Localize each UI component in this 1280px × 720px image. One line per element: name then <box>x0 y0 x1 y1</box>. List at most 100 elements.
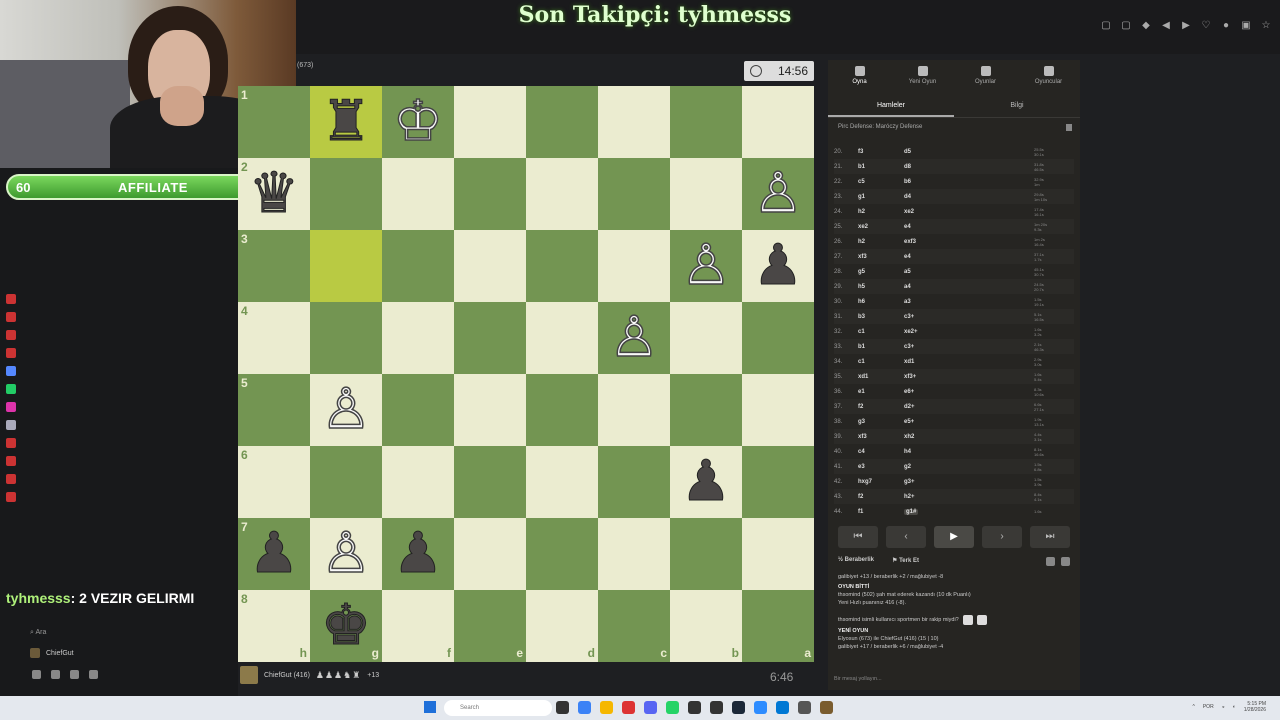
board-square-c3[interactable] <box>598 230 670 302</box>
steam-icon[interactable] <box>732 701 745 714</box>
white-pawn[interactable]: ♙ <box>310 374 382 446</box>
left-search[interactable]: ⌕ Ara <box>30 629 46 637</box>
tab-moves[interactable]: Hamleler <box>828 96 954 117</box>
board-square-c4[interactable]: ♙ <box>598 302 670 374</box>
white-move[interactable]: f2 <box>858 494 904 500</box>
board-square-a6[interactable] <box>742 446 814 518</box>
white-pawn[interactable]: ♙ <box>670 230 742 302</box>
white-move[interactable]: h5 <box>858 284 904 290</box>
board-square-c7[interactable] <box>598 518 670 590</box>
shield-icon[interactable]: ◆ <box>1140 20 1152 31</box>
app-icon[interactable] <box>578 701 591 714</box>
board-square-g8[interactable]: g ♚ <box>310 590 382 662</box>
discord-icon[interactable] <box>6 420 16 430</box>
board-square-d5[interactable] <box>526 374 598 446</box>
app-icon[interactable] <box>556 701 569 714</box>
chat-input[interactable]: Bir mesaj yollayın... <box>834 672 1074 686</box>
black-move[interactable]: h2+ <box>904 494 915 500</box>
white-move[interactable]: g3 <box>858 419 904 425</box>
draw-button[interactable]: ½ Beraberlik <box>838 557 874 564</box>
black-move[interactable]: xd1 <box>904 359 914 365</box>
board-square-h6[interactable]: 6 <box>238 446 310 518</box>
black-move[interactable]: d4 <box>904 194 911 200</box>
white-move[interactable]: xf3 <box>858 254 904 260</box>
board-square-d2[interactable] <box>526 158 598 230</box>
sidebar-icon-6[interactable] <box>6 456 16 466</box>
chess-board[interactable]: 1 ♜ ♔ 2 ♛ ♙ 3 ♙ ♟ 4 ♙ 5 ♙ 6 ♟ 7 ♟ ♙ ♟ 8 h g ♚ f e d c b a <box>238 86 814 662</box>
windows-start-icon[interactable] <box>424 701 436 713</box>
whatsapp-icon[interactable] <box>6 384 16 394</box>
board-square-f2[interactable] <box>382 158 454 230</box>
black-move[interactable]: g2 <box>904 464 911 470</box>
play-moves-button[interactable]: ▶ <box>934 526 974 548</box>
white-pawn[interactable]: ♙ <box>598 302 670 374</box>
board-square-b8[interactable]: b <box>670 590 742 662</box>
white-move[interactable]: c1 <box>858 329 904 335</box>
white-move[interactable]: c5 <box>858 179 904 185</box>
board-square-e2[interactable] <box>454 158 526 230</box>
board-square-e5[interactable] <box>454 374 526 446</box>
board-square-g2[interactable] <box>310 158 382 230</box>
tab-players[interactable]: Oyuncular <box>1017 60 1080 94</box>
sidebar-icon-3[interactable] <box>6 330 16 340</box>
board-square-e3[interactable] <box>454 230 526 302</box>
white-move[interactable]: hxg7 <box>858 479 904 485</box>
app-icon[interactable] <box>622 701 635 714</box>
white-move[interactable]: b1 <box>858 164 904 170</box>
board-square-b2[interactable] <box>670 158 742 230</box>
copy-icon[interactable]: ▢ <box>1120 20 1132 31</box>
sidebar-icon-4[interactable] <box>6 348 16 358</box>
tab-new-game[interactable]: Yeni Oyun <box>891 60 954 94</box>
heart-icon[interactable]: ♡ <box>1200 20 1212 31</box>
board-square-h4[interactable]: 4 <box>238 302 310 374</box>
play-icon[interactable]: ▶ <box>1180 20 1192 31</box>
sidebar-icon-7[interactable] <box>6 474 16 484</box>
black-move[interactable]: c3+ <box>904 314 914 320</box>
board-square-h8[interactable]: 8h <box>238 590 310 662</box>
sidebar-icon-2[interactable] <box>6 312 16 322</box>
black-move[interactable]: exf3 <box>904 239 916 245</box>
app-icon[interactable] <box>776 701 789 714</box>
board-square-a7[interactable] <box>742 518 814 590</box>
board-square-b5[interactable] <box>670 374 742 446</box>
taskbar-search[interactable]: Search <box>444 700 552 716</box>
black-move[interactable]: b6 <box>904 179 911 185</box>
flip-icon[interactable] <box>1061 557 1070 566</box>
white-move[interactable]: b1 <box>858 344 904 350</box>
black-move[interactable]: xe2 <box>904 209 914 215</box>
bookmark-icon[interactable]: ▢ <box>1100 20 1112 31</box>
black-move[interactable]: xe2+ <box>904 329 918 335</box>
board-square-g5[interactable]: ♙ <box>310 374 382 446</box>
black-move[interactable]: h4 <box>904 449 911 455</box>
messenger-icon[interactable] <box>6 366 16 376</box>
board-square-d3[interactable] <box>526 230 598 302</box>
board-square-h3[interactable]: 3 <box>238 230 310 302</box>
black-move[interactable]: d8 <box>904 164 911 170</box>
white-move[interactable]: f2 <box>858 404 904 410</box>
black-move[interactable]: e4 <box>904 224 911 230</box>
black-pawn[interactable]: ♟ <box>742 230 814 302</box>
chrome-icon[interactable] <box>688 701 701 714</box>
whatsapp-icon[interactable] <box>666 701 679 714</box>
board-square-g1[interactable]: ♜ <box>310 86 382 158</box>
black-pawn[interactable]: ♟ <box>670 446 742 518</box>
prev-move-button[interactable]: ‹ <box>886 526 926 548</box>
share-icon[interactable] <box>1046 557 1055 566</box>
folder-icon[interactable] <box>600 701 613 714</box>
board-square-b1[interactable] <box>670 86 742 158</box>
black-move[interactable]: e4 <box>904 254 911 260</box>
sidebar-icon-5[interactable] <box>6 438 16 448</box>
white-pawn[interactable]: ♙ <box>742 158 814 230</box>
first-move-button[interactable]: ⏮ <box>838 526 878 548</box>
black-king[interactable]: ♚ <box>310 590 382 662</box>
white-move[interactable]: h2 <box>858 239 904 245</box>
app-icon[interactable] <box>820 701 833 714</box>
people-icon[interactable] <box>32 670 41 679</box>
board-square-d4[interactable] <box>526 302 598 374</box>
board-square-c5[interactable] <box>598 374 670 446</box>
white-move[interactable]: c1 <box>858 359 904 365</box>
app-icon[interactable] <box>798 701 811 714</box>
board-square-d1[interactable] <box>526 86 598 158</box>
board-square-b4[interactable] <box>670 302 742 374</box>
board-square-h5[interactable]: 5 <box>238 374 310 446</box>
